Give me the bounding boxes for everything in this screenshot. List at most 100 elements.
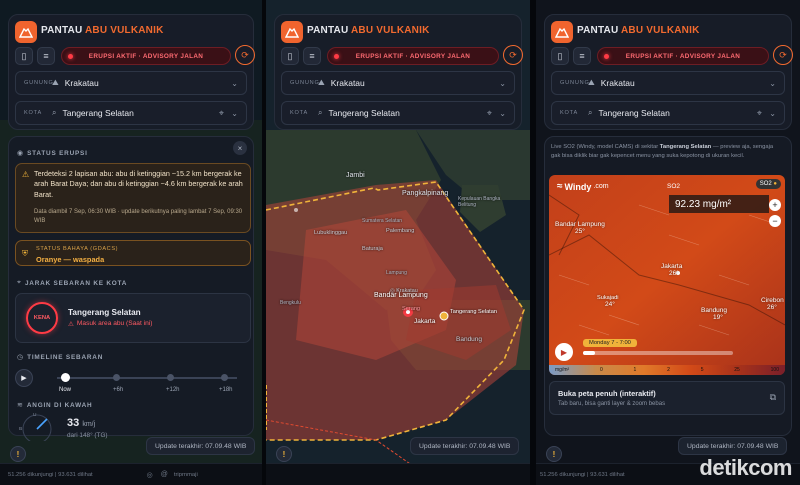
map-label: Kepulauan Bangka Belitung: [458, 196, 501, 208]
header-card: PANTAU ABU VULKANIK ▯ ≡ ERUPSI AKTIF · A…: [544, 14, 793, 130]
gunung-label: GUNUNG: [560, 80, 590, 86]
wind-section-title: ANGIN DI KAWAH: [26, 401, 93, 409]
timeline-tick[interactable]: [113, 374, 120, 381]
warning-icon: ⚠: [68, 321, 74, 328]
kota-input[interactable]: KOTA ⌕ Tangerang Selatan ⌖ ⌄: [15, 101, 247, 125]
city-weather: Cirebon 26°: [761, 297, 784, 312]
app-title: PANTAU ABU VULKANIK: [577, 25, 700, 36]
play-button[interactable]: ▶: [15, 369, 33, 387]
clock-icon: ◷: [17, 354, 24, 361]
timeline-track[interactable]: [57, 377, 237, 379]
compass-icon: [22, 414, 52, 441]
sidebar-toggle-icon[interactable]: ▯: [281, 47, 299, 65]
search-icon: ⌕: [318, 108, 323, 117]
layer-menu-button[interactable]: SO2 ●: [755, 179, 781, 189]
gunung-select[interactable]: GUNUNG ⛰ Krakatau ⌄: [15, 71, 247, 95]
status-section-title: STATUS ERUPSI: [27, 149, 88, 157]
timeline-label: +12h: [166, 387, 180, 393]
map-label: Lubuklinggau: [314, 230, 348, 236]
compass-north: U: [33, 413, 37, 418]
jarak-section-title: JARAK SEBARAN KE KOTA: [24, 279, 128, 287]
kota-value: Tangerang Selatan: [62, 108, 134, 118]
kota-input[interactable]: KOTA ⌕ Tangerang Selatan ⌖ ⌄: [551, 101, 785, 125]
chevron-down-icon: ⌄: [499, 108, 506, 118]
map-label: Lampung: [386, 270, 407, 276]
menu-icon[interactable]: ≡: [303, 47, 321, 65]
gunung-select[interactable]: GUNUNG ⛰ Krakatau ⌄: [281, 71, 515, 95]
timeline-handle[interactable]: [61, 373, 70, 382]
refresh-button[interactable]: ⟳: [773, 45, 793, 65]
mountain-icon: ⛰: [588, 78, 595, 87]
kota-label: KOTA: [560, 110, 579, 116]
wind-speed: 33: [67, 417, 80, 429]
layer-label: SO2: [667, 183, 681, 190]
refresh-button[interactable]: ⟳: [503, 45, 523, 65]
instagram-icon[interactable]: ◎: [147, 471, 153, 479]
timeline-tick[interactable]: [167, 374, 174, 381]
shield-icon: ⛨: [22, 249, 28, 258]
last-update-badge: Update terakhir: 07.09.48 WIB: [146, 437, 256, 455]
screen-map: Jambi Pangkalpinang Kepulauan Bangka Bel…: [266, 0, 530, 485]
timeline-tick[interactable]: [221, 374, 228, 381]
close-icon[interactable]: ×: [233, 141, 247, 155]
header-card: PANTAU ABU VULKANIK ▯ ≡ ERUPSI AKTIF · A…: [8, 14, 255, 130]
timeline-label: Now: [59, 387, 72, 393]
open-full-map-link[interactable]: Buka peta penuh (interaktif) Tab baru, b…: [549, 381, 785, 415]
chevron-down-icon: ⌄: [769, 78, 776, 88]
map-label: Palembang: [386, 228, 415, 234]
kota-label: KOTA: [290, 110, 309, 116]
windy-map: ≈ Windy .com SO2 SO2 ● 92.23 mg/m² + − Ba…: [549, 175, 785, 375]
play-button[interactable]: ▶: [555, 343, 573, 361]
kota-input[interactable]: KOTA ⌕ Tangerang Selatan ⌖ ⌄: [281, 101, 515, 125]
mountain-icon: ⛰: [52, 78, 59, 87]
zoom-in-button[interactable]: +: [769, 199, 781, 211]
threads-icon[interactable]: @: [161, 471, 168, 478]
map-label: Tangerang Selatan: [450, 309, 497, 315]
external-link-icon: ⧉: [769, 392, 776, 402]
locate-icon[interactable]: ⌖: [487, 108, 492, 119]
city-weather: Bandung 19°: [701, 307, 728, 322]
status-text: Terdeteksi 2 lapisan abu: abu di ketingg…: [34, 169, 243, 199]
social-handle[interactable]: triprnmaji: [174, 472, 198, 478]
forecast-timeline[interactable]: [583, 351, 733, 355]
location-pin-icon: ⌖: [17, 279, 21, 286]
link-subtitle: Tab baru, bisa ganti layer & zoom bebas: [558, 401, 666, 407]
menu-icon[interactable]: ≡: [37, 47, 55, 65]
city-weather: Sukajadi 24°: [597, 295, 619, 309]
danger-value: Oranye — waspada: [36, 255, 105, 264]
map-label: Serang: [402, 306, 421, 312]
chevron-down-icon: ⌄: [769, 108, 776, 118]
gunung-label: GUNUNG: [290, 80, 320, 86]
status-pill: ERUPSI AKTIF · ADVISORY JALAN: [327, 47, 499, 65]
sidebar-toggle-icon[interactable]: ▯: [15, 47, 33, 65]
info-icon[interactable]: !: [276, 446, 292, 462]
menu-icon[interactable]: ≡: [573, 47, 591, 65]
link-title: Buka peta penuh (interaktif): [558, 389, 656, 398]
info-icon[interactable]: !: [546, 446, 562, 462]
map-label: Jambi: [346, 172, 365, 179]
locate-icon[interactable]: ⌖: [757, 108, 762, 119]
locate-icon[interactable]: ⌖: [219, 108, 224, 119]
visitor-stats: 51.256 dikunjungi | 93.631 dilihat: [540, 471, 625, 478]
map-label: Sumatera Selatan: [362, 218, 403, 224]
so2-intro: Live SO2 (Windy, model CAMS) di sekitar …: [551, 144, 774, 159]
zoom-out-button[interactable]: −: [769, 215, 781, 227]
last-update-badge: Update terakhir: 07.09.48 WIB: [410, 437, 520, 455]
alert-dot-icon: [334, 53, 339, 59]
chevron-down-icon: ⌄: [231, 108, 238, 118]
status-panel: × ◉ STATUS ERUPSI ⚠ Terdeteksi 2 lapisan…: [8, 136, 254, 441]
warning-icon: ⚠: [22, 170, 30, 179]
watermark-logo: detikcom: [699, 455, 792, 480]
wind-icon: ≋: [17, 402, 23, 409]
gunung-select[interactable]: GUNUNG ⛰ Krakatau ⌄: [551, 71, 785, 95]
screen-status: PANTAU ABU VULKANIK ▯ ≡ ERUPSI AKTIF · A…: [0, 0, 262, 485]
timeline-label: +18h: [219, 387, 233, 393]
mountain-icon: ⛰: [318, 78, 325, 87]
sidebar-toggle-icon[interactable]: ▯: [551, 47, 569, 65]
so2-legend: mg/m² 0 1 2 5 25 100: [549, 365, 785, 375]
visitor-stats: 51.256 dikunjungi | 93.631 dilihat: [8, 471, 93, 478]
gunung-label: GUNUNG: [24, 80, 54, 86]
info-icon[interactable]: !: [10, 446, 26, 462]
refresh-button[interactable]: ⟳: [235, 45, 255, 65]
alert-dot-icon: [604, 53, 609, 59]
